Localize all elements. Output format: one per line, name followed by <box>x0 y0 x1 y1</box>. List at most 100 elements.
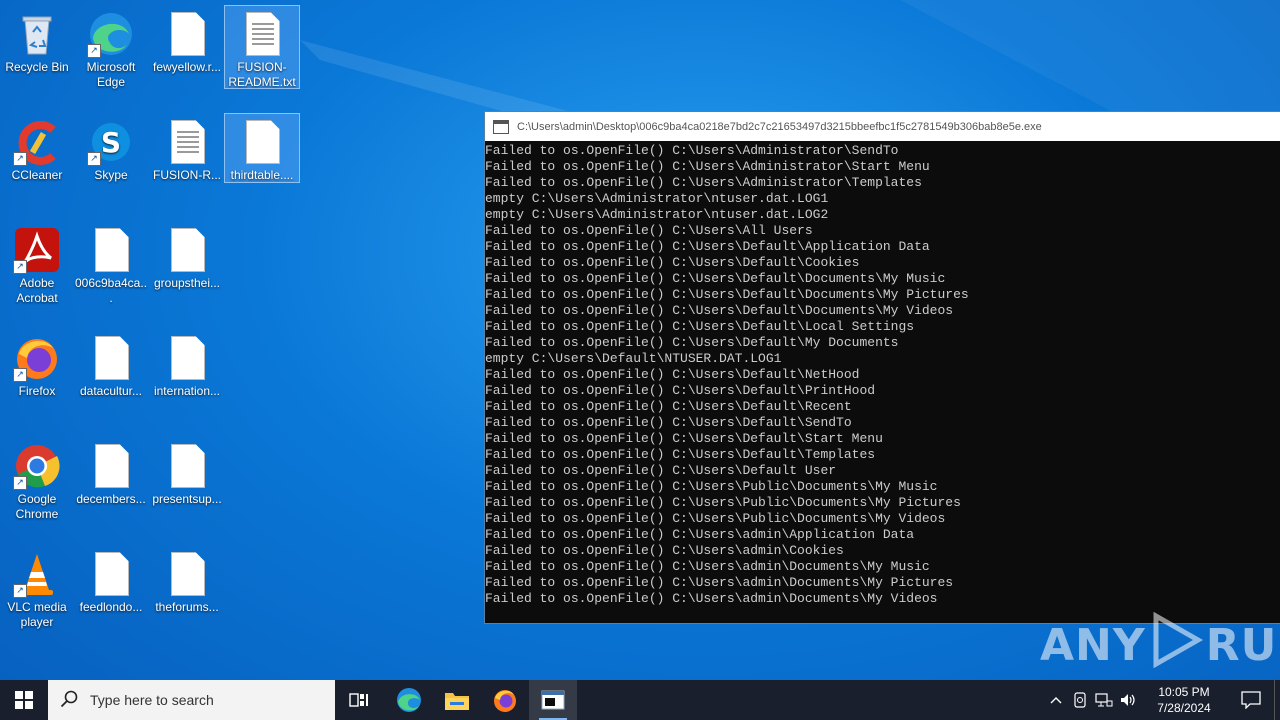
taskbar: Type here to search 10:05 PM 7/28/2024 <box>0 680 1280 720</box>
desktop-icon-file[interactable]: theforums... <box>150 546 224 615</box>
desktop-icon-label: Google Chrome <box>15 492 59 521</box>
console-line: Failed to os.OpenFile() C:\Users\Default… <box>485 303 954 318</box>
tray-overflow-chevron-icon[interactable] <box>1044 696 1068 704</box>
desktop-icon-file[interactable]: feedlondo... <box>74 546 148 615</box>
desktop-icon-label: VLC media player <box>7 600 67 629</box>
tray-network-icon[interactable] <box>1092 692 1116 708</box>
show-desktop-button[interactable] <box>1274 680 1280 720</box>
blank-file-icon <box>238 118 286 166</box>
vlc-cone-icon: ↗ <box>13 550 61 598</box>
desktop-icon-file[interactable]: presentsup... <box>150 438 224 507</box>
tray-device-icon[interactable] <box>1068 692 1092 708</box>
action-center-button[interactable] <box>1228 691 1274 709</box>
taskbar-clock[interactable]: 10:05 PM 7/28/2024 <box>1140 684 1228 716</box>
start-button[interactable] <box>0 680 48 720</box>
notification-icon <box>1241 691 1261 709</box>
console-line: Failed to os.OpenFile() C:\Users\admin\D… <box>485 559 930 574</box>
desktop-icon-label: thirdtable.... <box>230 168 294 182</box>
desktop-icon-label: 006c9ba4ca... <box>74 276 148 305</box>
desktop-icon-file[interactable]: groupsthei... <box>150 222 224 291</box>
desktop-icon-ccleaner[interactable]: ↗ CCleaner <box>0 114 74 183</box>
taskbar-edge[interactable] <box>385 680 433 720</box>
desktop-icon-chrome[interactable]: ↗ Google Chrome <box>0 438 74 522</box>
shortcut-arrow-icon: ↗ <box>13 476 27 490</box>
console-line: empty C:\Users\Administrator\ntuser.dat.… <box>485 191 829 206</box>
desktop-icon-label: FUSION-README.txt <box>228 60 296 89</box>
blank-file-icon <box>87 550 135 598</box>
shortcut-arrow-icon: ↗ <box>87 152 101 166</box>
taskbar-console[interactable] <box>529 680 577 720</box>
console-window[interactable]: C:\Users\admin\Desktop\006c9ba4ca0218e7b… <box>484 111 1280 624</box>
desktop-icon-edge[interactable]: ↗ Microsoft Edge <box>74 6 148 90</box>
console-title-bar[interactable]: C:\Users\admin\Desktop\006c9ba4ca0218e7b… <box>485 112 1280 141</box>
desktop-icon-label: Microsoft Edge <box>86 60 136 89</box>
desktop-icon-skype[interactable]: S ↗ Skype <box>74 114 148 183</box>
chrome-icon: ↗ <box>13 442 61 490</box>
console-line: Failed to os.OpenFile() C:\Users\All Use… <box>485 223 813 238</box>
taskbar-file-explorer[interactable] <box>433 680 481 720</box>
desktop-icon-file[interactable]: thirdtable.... <box>224 113 300 183</box>
anyrun-watermark: ANY RUN <box>1040 611 1280 679</box>
skype-icon: S ↗ <box>87 118 135 166</box>
blank-file-icon <box>87 442 135 490</box>
recycle-bin-icon <box>13 10 61 58</box>
desktop-icon-firefox[interactable]: ↗ Firefox <box>0 330 74 399</box>
desktop-icon-recycle-bin[interactable]: Recycle Bin <box>0 6 74 75</box>
console-line: Failed to os.OpenFile() C:\Users\Public\… <box>485 479 938 494</box>
desktop-icon-label: internation... <box>153 384 221 398</box>
desktop-icon-file[interactable]: FUSION-R... <box>150 114 224 183</box>
blank-file-icon <box>163 334 211 382</box>
console-line: Failed to os.OpenFile() C:\Users\Default… <box>485 415 852 430</box>
text-file-icon <box>238 10 286 58</box>
desktop-icon-acrobat[interactable]: ↗ Adobe Acrobat <box>0 222 74 306</box>
console-line: Failed to os.OpenFile() C:\Users\Default… <box>485 255 860 270</box>
taskbar-search-box[interactable]: Type here to search <box>48 680 335 720</box>
desktop-icon-label: groupsthei... <box>153 276 221 290</box>
desktop-icon-file[interactable]: 006c9ba4ca... <box>74 222 148 306</box>
tray-volume-icon[interactable] <box>1116 692 1140 708</box>
desktop-icon-label: CCleaner <box>11 168 63 182</box>
blank-file-icon <box>163 550 211 598</box>
desktop-icon-file[interactable]: internation... <box>150 330 224 399</box>
console-title: C:\Users\admin\Desktop\006c9ba4ca0218e7b… <box>517 120 1042 133</box>
desktop-icon-file[interactable]: datacultur... <box>74 330 148 399</box>
desktop-icon-label: feedlondo... <box>79 600 143 614</box>
console-line: Failed to os.OpenFile() C:\Users\admin\D… <box>485 591 938 606</box>
desktop-icon-label: theforums... <box>155 600 219 614</box>
adobe-acrobat-icon: ↗ <box>13 226 61 274</box>
console-line: Failed to os.OpenFile() C:\Users\Default… <box>485 287 969 302</box>
desktop-icon-file[interactable]: FUSION-README.txt <box>224 5 300 89</box>
desktop-icon-file[interactable]: decembers... <box>74 438 148 507</box>
console-line: Failed to os.OpenFile() C:\Users\Default… <box>485 383 876 398</box>
console-line: Failed to os.OpenFile() C:\Users\Public\… <box>485 495 961 510</box>
taskbar-firefox[interactable] <box>481 680 529 720</box>
console-line: Failed to os.OpenFile() C:\Users\Adminis… <box>485 143 899 158</box>
watermark-right-text: RUN <box>1205 620 1280 671</box>
console-line: Failed to os.OpenFile() C:\Users\Default… <box>485 239 930 254</box>
task-view-button[interactable] <box>335 680 383 720</box>
firefox-icon: ↗ <box>13 334 61 382</box>
shortcut-arrow-icon: ↗ <box>87 44 101 58</box>
desktop-icon-label: datacultur... <box>79 384 143 398</box>
console-line: Failed to os.OpenFile() C:\Users\Default… <box>485 271 946 286</box>
console-line: Failed to os.OpenFile() C:\Users\admin\D… <box>485 575 954 590</box>
console-line: Failed to os.OpenFile() C:\Users\Default… <box>485 367 860 382</box>
watermark-left-text: ANY <box>1040 620 1146 671</box>
blank-file-icon <box>163 442 211 490</box>
console-line: Failed to os.OpenFile() C:\Users\Default… <box>485 463 837 478</box>
console-line: Failed to os.OpenFile() C:\Users\Default… <box>485 431 883 446</box>
svg-text:S: S <box>101 126 121 159</box>
shortcut-arrow-icon: ↗ <box>13 260 27 274</box>
edge-icon: ↗ <box>87 10 135 58</box>
text-file-icon <box>163 118 211 166</box>
console-app-icon <box>493 119 509 134</box>
clock-date: 7/28/2024 <box>1157 701 1211 715</box>
desktop-icon-vlc[interactable]: ↗ VLC media player <box>0 546 74 630</box>
blank-file-icon <box>87 334 135 382</box>
desktop-icon-file[interactable]: fewyellow.r... <box>150 6 224 75</box>
console-output[interactable]: Failed to os.OpenFile() C:\Users\Adminis… <box>485 141 1280 621</box>
folder-icon <box>445 693 469 710</box>
blank-file-icon <box>163 10 211 58</box>
edge-icon <box>397 688 421 712</box>
console-line: Failed to os.OpenFile() C:\Users\Adminis… <box>485 159 930 174</box>
